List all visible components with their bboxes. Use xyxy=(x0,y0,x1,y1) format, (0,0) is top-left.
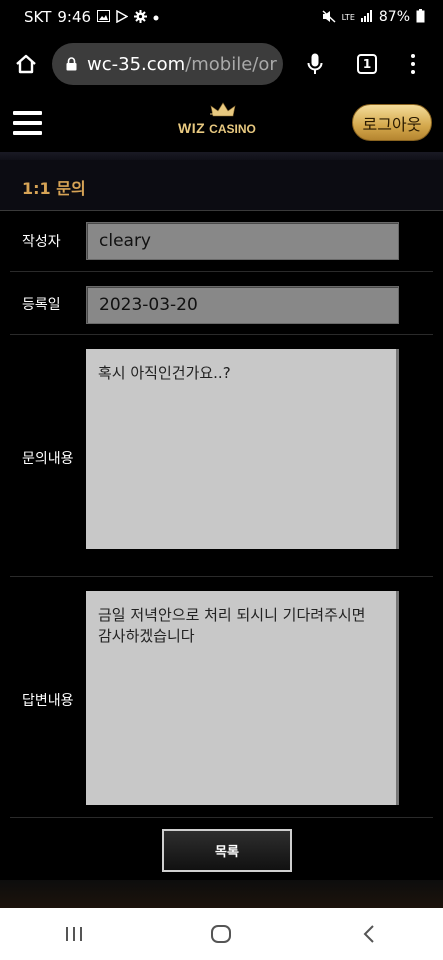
site-header: WIZ CASINO 로그아웃 xyxy=(0,94,443,152)
voice-search-button[interactable] xyxy=(289,53,341,75)
tab-switcher-button[interactable]: 1 xyxy=(341,54,393,74)
settings-gear-icon xyxy=(134,9,148,25)
inquiry-label: 문의내용 xyxy=(22,451,74,467)
answer-label: 답변내용 xyxy=(22,693,74,709)
menu-dot xyxy=(411,62,415,66)
page-title: 1:1 문의 xyxy=(22,179,86,198)
menu-dot xyxy=(411,70,415,74)
home-nav-button[interactable] xyxy=(191,908,251,960)
crown-icon xyxy=(210,102,236,117)
play-store-icon xyxy=(116,9,129,25)
url-path: /mobile/or xyxy=(185,53,277,75)
date-field[interactable]: 2023-03-20 xyxy=(86,286,399,324)
recent-apps-icon xyxy=(65,927,82,941)
logo-wiz-text: WIZ xyxy=(178,120,206,136)
answer-row: 답변내용 금일 저녁안으로 처리 되시니 기다려주시면 감사하겠습니다 xyxy=(10,577,433,818)
answer-content[interactable]: 금일 저녁안으로 처리 되시니 기다려주시면 감사하겠습니다 xyxy=(86,591,399,805)
carrier: SKT xyxy=(24,8,52,26)
mute-icon xyxy=(322,9,336,25)
dot-icon xyxy=(153,11,159,23)
android-nav-bar xyxy=(0,908,443,960)
browser-menu-button[interactable] xyxy=(393,54,433,74)
author-row: 작성자 cleary xyxy=(10,211,433,272)
inquiry-content[interactable]: 혹시 아직인건가요..? xyxy=(86,349,399,549)
home-icon xyxy=(16,54,36,74)
url-host: wc-35.com xyxy=(87,53,186,75)
home-button[interactable] xyxy=(0,34,52,94)
hamburger-menu-icon[interactable] xyxy=(13,111,42,135)
signal-icon xyxy=(360,10,373,24)
recent-apps-button[interactable] xyxy=(44,908,104,960)
site-logo[interactable]: WIZ CASINO xyxy=(178,102,268,142)
battery-icon xyxy=(416,9,425,25)
date-row: 등록일 2023-03-20 xyxy=(10,272,433,335)
browser-toolbar: wc-35.com/mobile/or 1 xyxy=(0,34,443,94)
logo-casino-text: CASINO xyxy=(209,122,256,136)
battery-percent: 87% xyxy=(378,9,410,25)
time: 9:46 xyxy=(57,8,92,26)
author-field[interactable]: cleary xyxy=(86,222,399,260)
footer-strip xyxy=(0,880,443,908)
lock-icon xyxy=(66,57,77,71)
home-circle-icon xyxy=(211,925,232,943)
menu-dot xyxy=(411,54,415,58)
back-button[interactable] xyxy=(339,908,399,960)
tab-count: 1 xyxy=(357,54,377,74)
microphone-icon xyxy=(307,53,323,74)
logout-button[interactable]: 로그아웃 xyxy=(352,104,432,141)
date-label: 등록일 xyxy=(22,297,61,313)
author-label: 작성자 xyxy=(22,234,61,250)
title-bar: 1:1 문의 xyxy=(0,160,443,211)
network-type: LTE xyxy=(341,12,355,22)
header-divider xyxy=(0,152,443,160)
back-chevron-icon xyxy=(363,925,374,943)
address-bar[interactable]: wc-35.com/mobile/or xyxy=(52,43,283,85)
list-button[interactable]: 목록 xyxy=(162,829,292,872)
gallery-icon xyxy=(97,10,111,24)
inquiry-row: 문의내용 혹시 아직인건가요..? xyxy=(10,335,433,577)
status-bar: SKT 9:46 LTE 87% xyxy=(0,0,443,34)
